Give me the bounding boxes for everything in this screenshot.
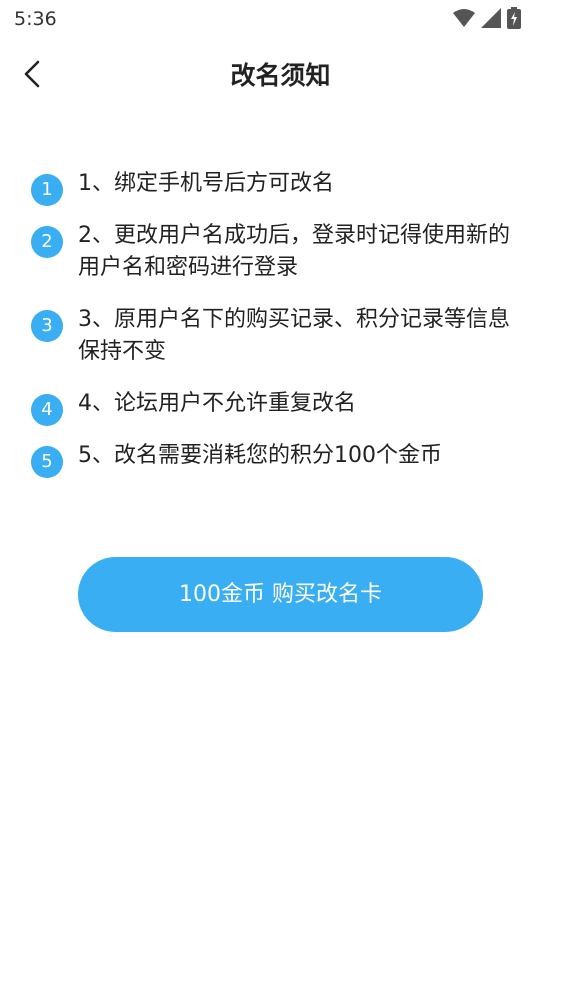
notice-item: 5 5、改名需要消耗您的积分100个金币	[30, 440, 530, 478]
number-badge-2: 2	[31, 226, 63, 258]
notice-item: 3 3、原用户名下的购买记录、积分记录等信息保持不变	[30, 304, 530, 368]
number-badge-4: 4	[31, 394, 63, 426]
notice-list: 1 1、绑定手机号后方可改名 2 2、更改用户名成功后，登录时记得使用新的用户名…	[30, 168, 530, 492]
status-bar: 5:36	[0, 0, 561, 38]
number-badge-3: 3	[31, 310, 63, 342]
wifi-icon	[453, 9, 475, 27]
number-badge-5: 5	[31, 446, 63, 478]
page-title: 改名须知	[230, 61, 331, 90]
battery-icon	[507, 7, 521, 29]
notice-item: 1 1、绑定手机号后方可改名	[30, 168, 530, 206]
number-badge-1: 1	[31, 174, 63, 206]
buy-rename-card-button[interactable]: 100金币 购买改名卡	[78, 557, 483, 632]
notice-text: 3、原用户名下的购买记录、积分记录等信息保持不变	[78, 307, 510, 364]
app-bar: 改名须知	[0, 40, 561, 108]
status-time: 5:36	[14, 8, 57, 30]
notice-item: 4 4、论坛用户不允许重复改名	[30, 388, 530, 426]
notice-text: 4、论坛用户不允许重复改名	[78, 391, 356, 416]
notice-item: 2 2、更改用户名成功后，登录时记得使用新的用户名和密码进行登录	[30, 220, 530, 284]
notice-text: 2、更改用户名成功后，登录时记得使用新的用户名和密码进行登录	[78, 223, 510, 280]
notice-text: 5、改名需要消耗您的积分100个金币	[78, 443, 442, 468]
notice-text: 1、绑定手机号后方可改名	[78, 171, 334, 196]
signal-icon	[481, 8, 501, 28]
status-icons	[453, 7, 521, 29]
